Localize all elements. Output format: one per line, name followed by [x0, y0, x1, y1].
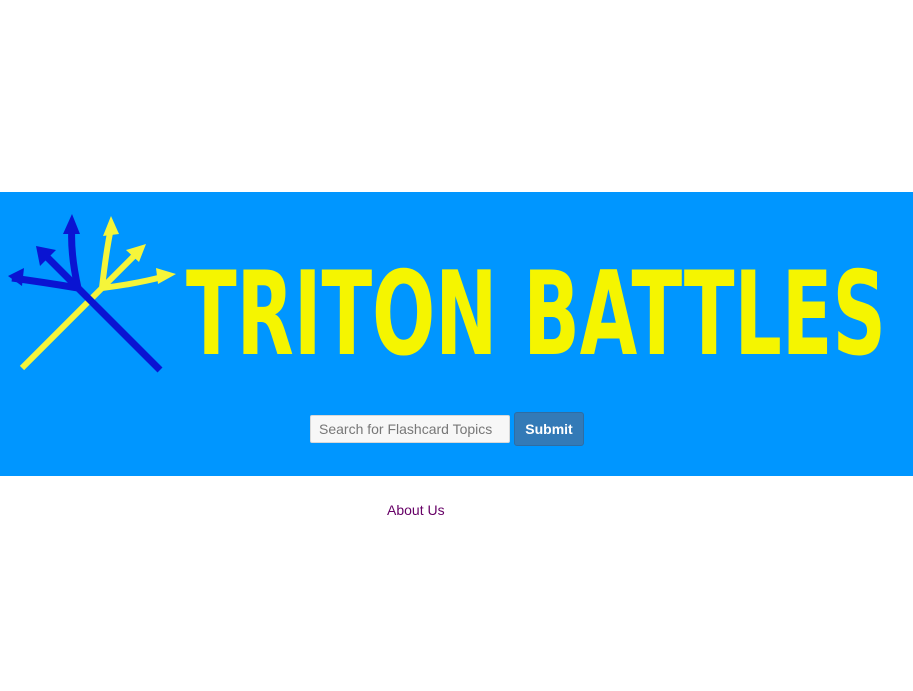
site-logo-text: TRITON BATTLES: [186, 250, 886, 360]
logo-title: TRITON BATTLES: [186, 250, 886, 360]
search-form: Submit: [310, 412, 584, 446]
crossed-tridents-icon: [8, 214, 176, 373]
search-input[interactable]: [310, 415, 510, 443]
about-us-link[interactable]: About Us: [387, 502, 445, 518]
submit-button[interactable]: Submit: [514, 412, 584, 446]
